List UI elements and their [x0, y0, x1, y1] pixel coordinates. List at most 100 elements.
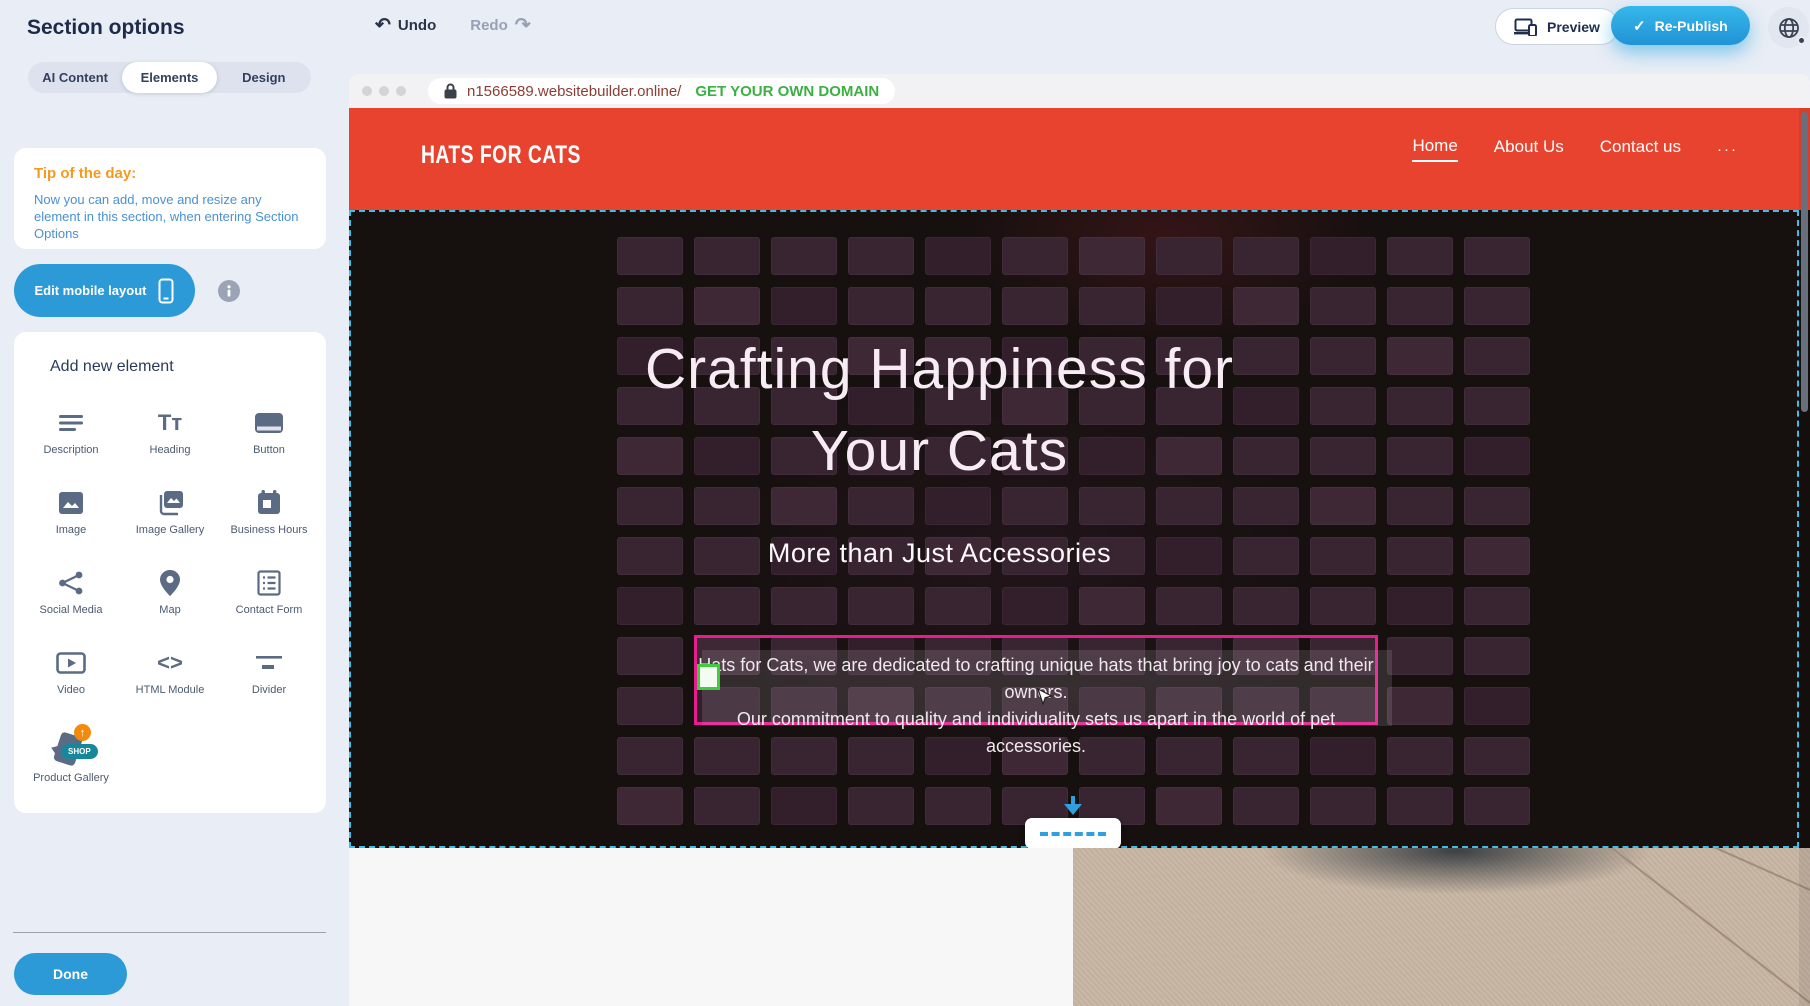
business-hours-icon	[257, 488, 281, 518]
image-gallery-icon	[156, 488, 184, 518]
hero-tile	[1310, 237, 1376, 275]
tab-design[interactable]: Design	[217, 62, 311, 93]
done-button[interactable]: Done	[14, 953, 127, 995]
product-gallery-icon: ↑ SHOP	[51, 728, 91, 766]
scrollbar-thumb[interactable]	[1801, 112, 1808, 412]
info-button[interactable]	[218, 280, 240, 302]
selected-paragraph-element[interactable]: Hats for Cats, we are dedicated to craft…	[694, 635, 1378, 725]
hero-tile	[925, 287, 991, 325]
hero-tile	[1233, 787, 1299, 825]
element-label: Image	[56, 524, 87, 537]
hero-tile	[848, 487, 914, 525]
contact-form-icon	[257, 568, 281, 598]
element-image[interactable]: Image	[24, 474, 118, 554]
element-html-module[interactable]: <> HTML Module	[123, 634, 217, 714]
element-label: Image Gallery	[136, 524, 204, 537]
hero-tile	[1310, 587, 1376, 625]
nav-about-us[interactable]: About Us	[1494, 137, 1564, 161]
divider-icon	[255, 648, 283, 678]
canvas-scrollbar[interactable]	[1799, 108, 1810, 1006]
element-palette: Description Tт Heading Button Ima	[24, 394, 316, 794]
social-media-icon	[58, 568, 84, 598]
hero-tile	[1156, 287, 1222, 325]
hero-tile	[1002, 237, 1068, 275]
preview-button[interactable]: Preview	[1495, 8, 1619, 45]
hero-tile	[694, 237, 760, 275]
site-logo[interactable]: HATS FOR CATS	[421, 142, 581, 171]
hero-tile	[848, 787, 914, 825]
tip-title: Tip of the day:	[34, 165, 306, 182]
nav-contact-us[interactable]: Contact us	[1600, 137, 1681, 161]
hero-heading[interactable]: Crafting Happiness for Your Cats	[349, 328, 1530, 492]
hero-tile	[694, 787, 760, 825]
add-element-card: Add new element Description Tт Heading	[14, 332, 326, 813]
hero-tile	[1387, 287, 1453, 325]
hero-tile	[1387, 687, 1453, 725]
site-nav: Home About Us Contact us ···	[1412, 136, 1738, 162]
section-resize-handle[interactable]	[1025, 818, 1121, 849]
element-drag-handle[interactable]	[697, 664, 720, 690]
tab-ai-content[interactable]: AI Content	[28, 62, 122, 93]
floor-image	[1073, 848, 1810, 1006]
republish-label: Re-Publish	[1655, 18, 1728, 34]
hero-tile	[771, 237, 837, 275]
upgrade-badge-icon: ↑	[74, 724, 91, 741]
nav-home[interactable]: Home	[1412, 136, 1457, 162]
hero-tile	[1387, 487, 1453, 525]
hero-tile	[1464, 737, 1530, 775]
element-video[interactable]: Video	[24, 634, 118, 714]
hero-tile	[848, 237, 914, 275]
tab-elements[interactable]: Elements	[122, 62, 216, 93]
hero-subheading[interactable]: More than Just Accessories	[349, 538, 1530, 569]
hero-tile	[1233, 487, 1299, 525]
hero-tile	[925, 237, 991, 275]
undo-button[interactable]: ↶ Undo	[375, 16, 436, 35]
hero-tile	[1464, 587, 1530, 625]
hero-tile	[1387, 787, 1453, 825]
element-social-media[interactable]: Social Media	[24, 554, 118, 634]
nav-more-icon[interactable]: ···	[1717, 141, 1738, 158]
element-label: Product Gallery	[33, 772, 109, 785]
check-icon: ✓	[1633, 17, 1646, 35]
hero-heading-line2: Your Cats	[349, 410, 1530, 492]
hero-tile	[617, 637, 683, 675]
element-image-gallery[interactable]: Image Gallery	[123, 474, 217, 554]
hero-tile	[1079, 487, 1145, 525]
add-element-title: Add new element	[50, 358, 174, 376]
hero-section[interactable]: Crafting Happiness for Your Cats More th…	[349, 210, 1810, 848]
resize-dash-line	[1040, 832, 1106, 836]
republish-button[interactable]: ✓ Re-Publish	[1611, 6, 1750, 45]
element-description[interactable]: Description	[24, 394, 118, 474]
element-map[interactable]: Map	[123, 554, 217, 634]
map-pin-icon	[160, 568, 180, 598]
undo-label: Undo	[398, 17, 436, 34]
hero-tile	[925, 587, 991, 625]
phone-icon	[158, 278, 174, 304]
hero-tile	[617, 687, 683, 725]
next-section[interactable]	[349, 848, 1810, 1006]
get-domain-link[interactable]: GET YOUR OWN DOMAIN	[695, 83, 879, 100]
element-business-hours[interactable]: Business Hours	[222, 474, 316, 554]
image-icon	[58, 488, 84, 518]
hero-tile	[1002, 487, 1068, 525]
element-contact-form[interactable]: Contact Form	[222, 554, 316, 634]
element-button[interactable]: Button	[222, 394, 316, 474]
language-globe-button[interactable]	[1768, 7, 1809, 48]
site-header: HATS FOR CATS Home About Us Contact us ·…	[349, 108, 1810, 210]
hero-tile	[771, 287, 837, 325]
hero-tile	[925, 787, 991, 825]
element-label: Description	[43, 444, 98, 457]
edit-mobile-layout-button[interactable]: Edit mobile layout	[14, 264, 195, 317]
hero-tile	[617, 287, 683, 325]
element-divider[interactable]: Divider	[222, 634, 316, 714]
panel-tabs: AI Content Elements Design	[28, 62, 311, 93]
address-bar[interactable]: n1566589.websitebuilder.online/ GET YOUR…	[428, 78, 895, 104]
paragraph-text: Hats for Cats, we are dedicated to craft…	[697, 652, 1375, 760]
hero-tile	[1310, 287, 1376, 325]
hero-tile	[848, 287, 914, 325]
hero-tile	[771, 587, 837, 625]
hero-tile	[771, 787, 837, 825]
redo-button[interactable]: Redo ↷	[470, 16, 530, 35]
element-product-gallery[interactable]: ↑ SHOP Product Gallery	[24, 714, 118, 794]
element-heading[interactable]: Tт Heading	[123, 394, 217, 474]
